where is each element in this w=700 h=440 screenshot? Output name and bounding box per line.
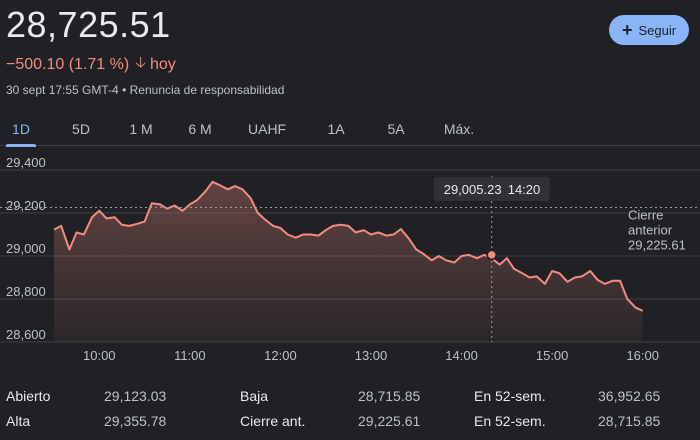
tab-ytd[interactable]: UAHF [248, 121, 286, 145]
stat-52wk-high-value: 36,952.65 [598, 388, 661, 404]
tab-1d[interactable]: 1D [6, 121, 36, 147]
follow-button[interactable]: + Seguir [609, 15, 689, 45]
current-price: 28,725.51 [6, 4, 171, 45]
tab-1m[interactable]: 1 M [128, 121, 154, 145]
previous-close-label: 29,225.61 [628, 237, 686, 252]
hover-tooltip-time: 14:20 [508, 182, 541, 197]
time-range-tabs: 1D 5D 1 M 6 M UAHF 1A 5A Máx. [0, 118, 700, 147]
stat-52wk-high-label: En 52-sem. [474, 388, 546, 404]
x-tick-label: 14:00 [445, 348, 478, 363]
stat-low-value: 28,715.85 [358, 388, 421, 404]
stat-52wk-low-label: En 52-sem. [474, 413, 546, 429]
y-tick-label: 28,600 [6, 327, 46, 342]
y-tick-label: 29,200 [6, 198, 46, 213]
x-tick-label: 11:00 [174, 348, 206, 363]
follow-label: Seguir [638, 22, 677, 38]
previous-close-label: anterior [628, 222, 673, 237]
tab-max[interactable]: Máx. [442, 121, 476, 145]
timestamp: 30 sept 17:55 GMT-4 [6, 83, 119, 97]
hover-tooltip-value: 29,005.23 [444, 182, 502, 197]
stat-prev-close-label: Cierre ant. [240, 413, 306, 429]
price-chart[interactable]: 29,400 29,200 29,000 28,800 28,600 10:00 11:00… [0, 150, 700, 372]
change-value: −500.10 (1.71 %) [6, 55, 130, 73]
previous-close-label: Cierre [628, 207, 663, 222]
tab-6m[interactable]: 6 M [186, 121, 214, 145]
x-tick-label: 15:00 [536, 348, 569, 363]
x-tick-label: 10:00 [83, 348, 116, 363]
stat-low-label: Baja [240, 388, 269, 404]
tab-1y[interactable]: 1A [326, 121, 346, 145]
tab-5y[interactable]: 5A [386, 121, 406, 145]
y-tick-label: 29,400 [6, 155, 46, 170]
x-tick-label: 16:00 [626, 348, 659, 363]
tab-5d[interactable]: 5D [70, 121, 92, 145]
stat-high-value: 29,355.78 [104, 413, 167, 429]
x-tick-label: 12:00 [264, 348, 297, 363]
x-tick-label: 13:00 [355, 348, 388, 363]
price-area [54, 181, 643, 342]
stat-open-label: Abierto [6, 388, 51, 404]
stat-prev-close-value: 29,225.61 [358, 413, 421, 429]
stat-open-value: 29,123.03 [104, 388, 167, 404]
stat-52wk-low-value: 28,715.85 [598, 413, 661, 429]
price-change: −500.10 (1.71 %) 🡣 hoy [6, 52, 176, 77]
timestamp-row: 30 sept 17:55 GMT-4 • Renuncia de respon… [6, 83, 284, 97]
separator: • [122, 83, 127, 97]
disclaimer-link[interactable]: Renuncia de responsabilidad [130, 83, 285, 97]
stat-high-label: Alta [6, 413, 31, 429]
plus-icon: + [621, 20, 633, 40]
change-period: hoy [149, 55, 176, 73]
y-tick-label: 28,800 [6, 284, 46, 299]
hover-point [486, 249, 497, 261]
y-tick-label: 29,000 [6, 241, 46, 256]
arrow-down-icon: 🡣 [135, 54, 146, 71]
